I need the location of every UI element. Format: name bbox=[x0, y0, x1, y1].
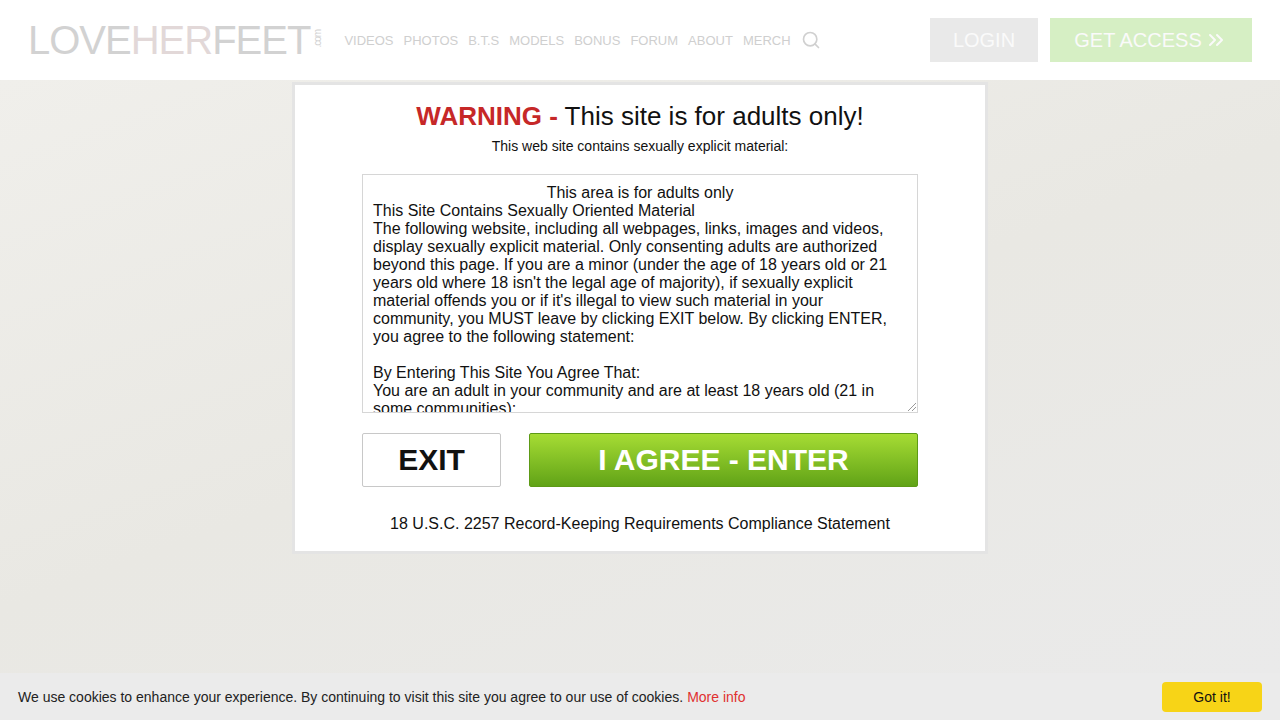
logo-part: FEET bbox=[212, 18, 310, 63]
chevrons-right-icon bbox=[1204, 28, 1228, 52]
header-buttons: LOGIN GET ACCESS bbox=[930, 18, 1252, 62]
terms-paragraph: You are an adult in your community and a… bbox=[373, 382, 907, 413]
get-access-button[interactable]: GET ACCESS bbox=[1050, 18, 1252, 62]
terms-textarea[interactable]: This area is for adults onlyThis Site Co… bbox=[362, 174, 918, 413]
resize-grip-icon[interactable] bbox=[908, 403, 916, 411]
terms-heading: This area is for adults only bbox=[373, 184, 907, 202]
terms-paragraph: This Site Contains Sexually Oriented Mat… bbox=[373, 202, 907, 220]
nav-item[interactable]: MODELS bbox=[509, 33, 564, 48]
warning-label: WARNING - bbox=[416, 101, 558, 131]
terms-paragraph: The following website, including all web… bbox=[373, 220, 907, 346]
nav-item[interactable]: VIDEOS bbox=[344, 33, 393, 48]
modal-title: WARNING - This site is for adults only! bbox=[416, 101, 863, 132]
modal-subtitle: This web site contains sexually explicit… bbox=[492, 138, 788, 154]
nav-item[interactable]: ABOUT bbox=[688, 33, 733, 48]
header: LOVEHERFEET.com VIDEOS PHOTOS B.T.S MODELS BO… bbox=[0, 0, 1280, 80]
search-icon[interactable] bbox=[801, 30, 821, 50]
agree-button[interactable]: I AGREE - ENTER bbox=[529, 433, 918, 487]
more-info-link[interactable]: More info bbox=[687, 689, 745, 705]
nav-item[interactable]: MERCH bbox=[743, 33, 791, 48]
background-photo: WARNING - This site is for adults only! T… bbox=[0, 80, 1280, 673]
age-gate-modal: WARNING - This site is for adults only! T… bbox=[292, 82, 988, 554]
cookie-text: We use cookies to enhance your experienc… bbox=[18, 689, 745, 705]
compliance-link[interactable]: 18 U.S.C. 2257 Record-Keeping Requiremen… bbox=[390, 515, 890, 533]
login-button[interactable]: LOGIN bbox=[930, 18, 1038, 62]
nav-item[interactable]: B.T.S bbox=[468, 33, 499, 48]
nav-item[interactable]: FORUM bbox=[630, 33, 678, 48]
page: LOVEHERFEET.com VIDEOS PHOTOS B.T.S MODELS BO… bbox=[0, 0, 1280, 720]
terms-paragraph: By Entering This Site You Agree That: bbox=[373, 364, 907, 382]
exit-button[interactable]: EXIT bbox=[362, 433, 501, 487]
nav-item[interactable]: PHOTOS bbox=[404, 33, 459, 48]
logo-part: LOVE bbox=[28, 18, 131, 63]
button-row: EXIT I AGREE - ENTER bbox=[362, 433, 918, 487]
nav: VIDEOS PHOTOS B.T.S MODELS BONUS FORUM ABOUT ME… bbox=[344, 30, 914, 50]
cookie-bar: We use cookies to enhance your experienc… bbox=[0, 673, 1280, 720]
cookie-accept-button[interactable]: Got it! bbox=[1162, 682, 1262, 712]
logo-suffix: .com bbox=[312, 33, 323, 47]
logo-part: HER bbox=[131, 18, 212, 63]
nav-item[interactable]: BONUS bbox=[574, 33, 620, 48]
logo[interactable]: LOVEHERFEET.com bbox=[28, 18, 324, 63]
